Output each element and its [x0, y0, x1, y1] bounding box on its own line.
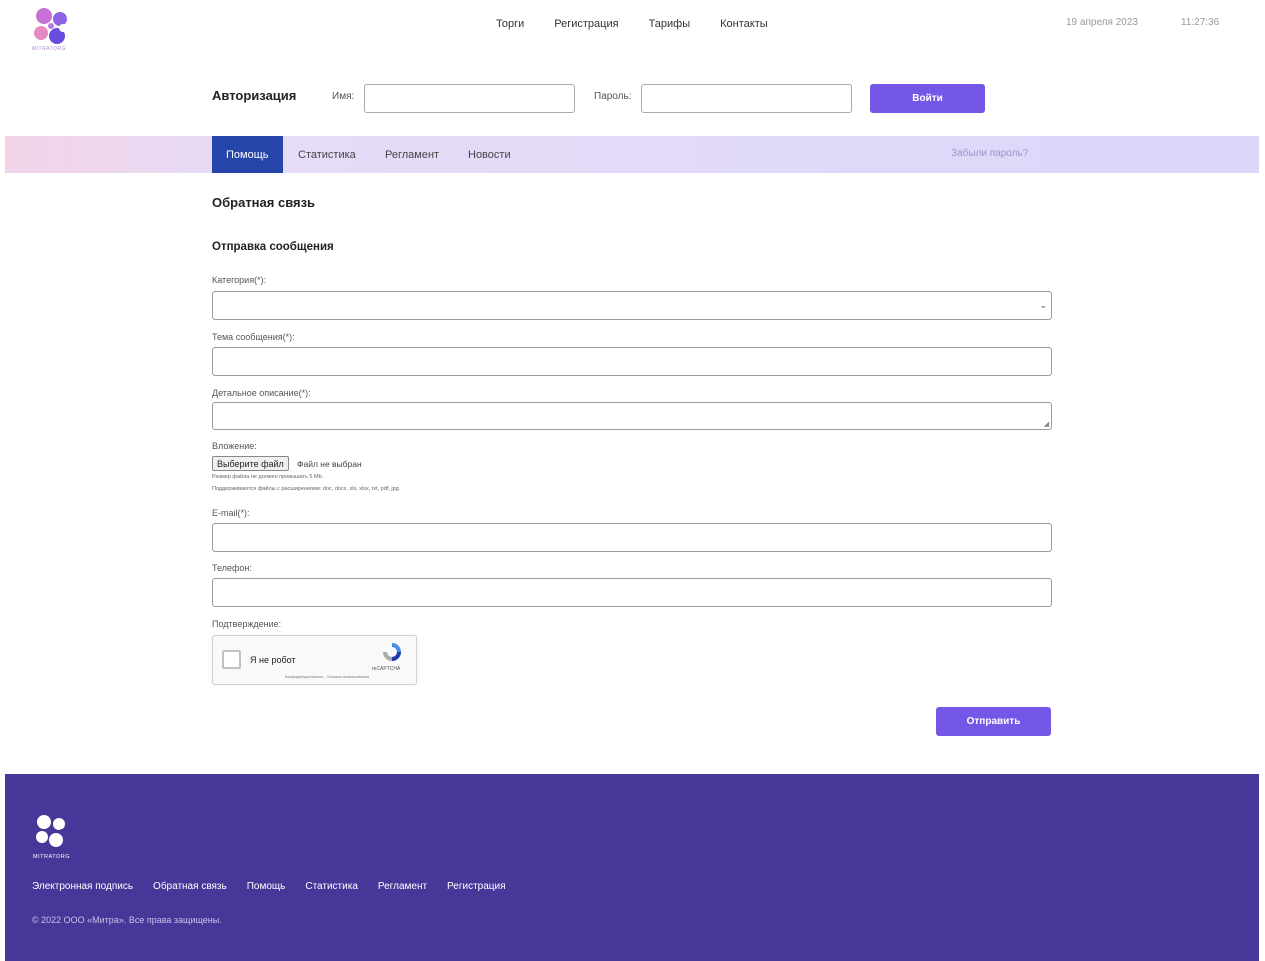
footer-link-e-signature[interactable]: Электронная подпись	[32, 881, 133, 892]
file-size-hint: Размер файла не должен превышать 5 Mb.	[212, 474, 324, 480]
forgot-password-link[interactable]: Забыли пароль?	[951, 148, 1028, 159]
top-navigation: Торги Регистрация Тарифы Контакты	[496, 18, 768, 30]
subject-input[interactable]	[212, 347, 1052, 376]
captcha-label: Я не робот	[250, 655, 296, 665]
category-label: Категория(*):	[212, 275, 267, 285]
password-label: Пароль:	[594, 91, 632, 102]
submit-button[interactable]: Отправить	[936, 707, 1051, 736]
footer-links: Электронная подпись Обратная связь Помощ…	[32, 881, 506, 892]
footer-logo-icon[interactable]	[33, 813, 69, 851]
tab-news[interactable]: Новости	[468, 136, 511, 173]
resize-handle-icon[interactable]: ◢	[1044, 420, 1049, 428]
login-button[interactable]: Войти	[870, 84, 985, 113]
name-input[interactable]	[364, 84, 575, 113]
description-label: Детальное описание(*):	[212, 388, 311, 398]
subject-label: Тема сообщения(*):	[212, 332, 295, 342]
footer-link-help[interactable]: Помощь	[247, 881, 286, 892]
captcha-checkbox[interactable]	[222, 650, 241, 669]
section-title: Отправка сообщения	[212, 241, 334, 253]
recaptcha-brand: reCAPTCHA	[372, 666, 401, 672]
page-title: Обратная связь	[212, 195, 316, 210]
name-label: Имя:	[332, 91, 355, 102]
file-status: Файл не выбран	[297, 459, 362, 469]
attachment-label: Вложение:	[212, 441, 257, 451]
tab-help[interactable]: Помощь	[212, 136, 283, 173]
footer-link-regulations[interactable]: Регламент	[378, 881, 427, 892]
email-input[interactable]	[212, 523, 1052, 552]
email-label: E-mail(*):	[212, 508, 250, 518]
recaptcha-icon	[383, 643, 401, 661]
choose-file-button[interactable]: Выберите файл	[212, 456, 289, 471]
footer-link-registration[interactable]: Регистрация	[447, 881, 505, 892]
nav-item-auctions[interactable]: Торги	[496, 18, 524, 30]
auth-title: Авторизация	[212, 88, 297, 103]
phone-label: Телефон:	[212, 563, 252, 573]
logo-icon[interactable]	[30, 6, 72, 50]
recaptcha-terms[interactable]: Конфиденциальность - Условия использован…	[285, 675, 369, 679]
password-input[interactable]	[641, 84, 852, 113]
category-select[interactable]: ⌄	[212, 291, 1052, 320]
tab-regulations[interactable]: Регламент	[385, 136, 439, 173]
phone-input[interactable]	[212, 578, 1052, 607]
confirm-label: Подтверждение:	[212, 619, 282, 629]
recaptcha-widget: Я не робот reCAPTCHA Конфиденциальность …	[212, 635, 417, 685]
nav-item-registration[interactable]: Регистрация	[554, 18, 618, 30]
footer-link-statistics[interactable]: Статистика	[305, 881, 358, 892]
chevron-down-icon: ⌄	[1039, 300, 1047, 310]
nav-item-contacts[interactable]: Контакты	[720, 18, 768, 30]
current-date: 19 апреля 2023	[1066, 17, 1138, 28]
tabs-band	[5, 136, 1259, 173]
footer-link-feedback[interactable]: Обратная связь	[153, 881, 227, 892]
description-textarea[interactable]: ◢	[212, 402, 1052, 430]
copyright-text: © 2022 ООО «Митра». Все права защищены.	[32, 915, 222, 925]
footer: MITRATORG Электронная подпись Обратная с…	[5, 774, 1259, 961]
tab-statistics[interactable]: Статистика	[298, 136, 356, 173]
logo-text: MITRATORG	[32, 46, 67, 52]
footer-logo-text: MITRATORG	[33, 854, 70, 860]
current-time: 11:27:36	[1181, 17, 1220, 28]
file-types-hint: Поддерживаются файлы с расширениями: doc…	[212, 486, 401, 492]
nav-item-tariffs[interactable]: Тарифы	[649, 18, 691, 30]
